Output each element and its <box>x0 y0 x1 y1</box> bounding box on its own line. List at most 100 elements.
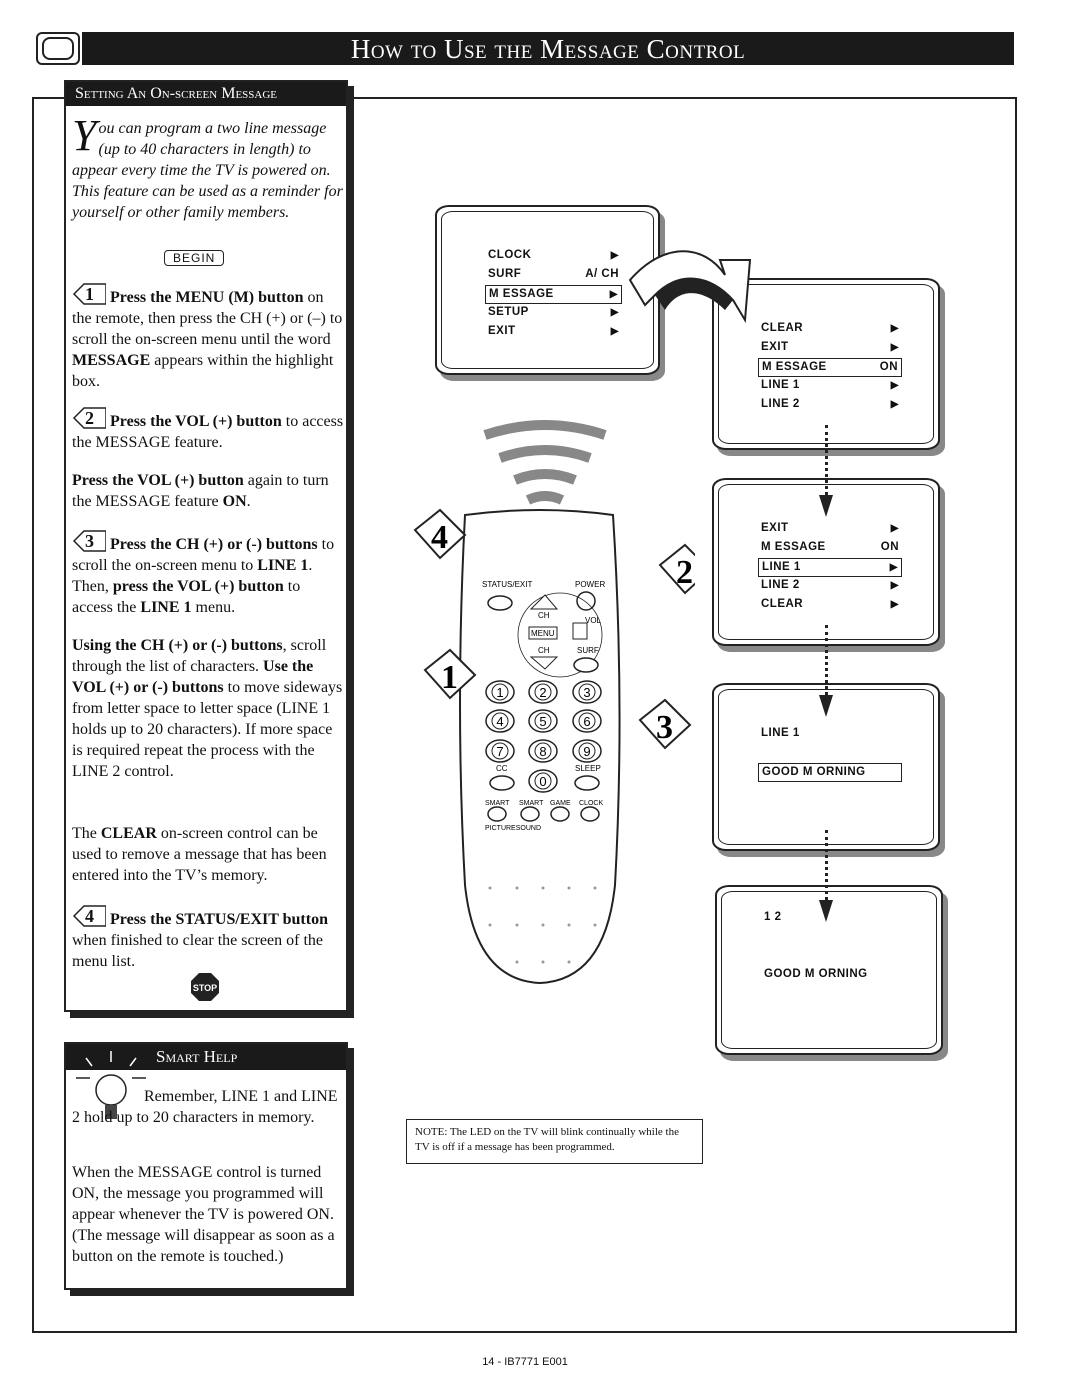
svg-text:5: 5 <box>539 714 546 729</box>
svg-text:1: 1 <box>496 685 503 700</box>
menu-item <box>761 928 905 947</box>
svg-text:1: 1 <box>441 659 458 696</box>
step-number-icon: 3 <box>72 530 106 553</box>
highlighted-menu-item: LINE 1 ▶ <box>758 558 902 577</box>
cc-button[interactable] <box>489 775 515 791</box>
step-callout-4: 4 <box>413 508 467 560</box>
digit-button-5[interactable]: 5 <box>528 709 558 733</box>
power-button[interactable] <box>576 591 596 611</box>
smart-help-tip: Remember, LINE 1 and LINE 2 hold up to 2… <box>72 1088 338 1126</box>
digit-button-9[interactable]: 9 <box>572 739 602 763</box>
emphasis-text: CLEAR <box>100 825 157 842</box>
emphasis-text: Press the VOL (+) button <box>110 413 282 430</box>
menu-item: EXIT ▶ <box>761 341 899 353</box>
svg-text:0: 0 <box>539 774 546 789</box>
body-text: menu. <box>191 599 236 616</box>
label-game: GAME <box>550 800 571 807</box>
signal-waves-icon <box>483 420 607 505</box>
label-picturesound: PICTURESOUND <box>485 825 541 832</box>
vol-plus-button[interactable] <box>572 622 588 640</box>
instruction-paragraph: Press the VOL (+) button again to turn t… <box>72 470 344 512</box>
digit-button-8[interactable]: 8 <box>528 739 558 763</box>
digit-button-4[interactable]: 4 <box>485 709 515 733</box>
menu-item: CLOCK ▶ <box>488 249 619 261</box>
svg-text:7: 7 <box>496 744 503 759</box>
step-number-icon: 4 <box>72 905 106 928</box>
instruction-paragraph: Using the CH (+) or (-) buttons, scroll … <box>72 635 344 782</box>
svg-text:9: 9 <box>583 744 590 759</box>
down-arrow-icon <box>819 495 833 517</box>
menu-item <box>758 744 902 763</box>
digit-button-2[interactable]: 2 <box>528 680 558 704</box>
down-arrow-icon <box>819 900 833 922</box>
stop-sign-icon: STOP <box>191 973 219 1001</box>
flow-dots <box>825 830 828 900</box>
smart-sound-button[interactable] <box>520 806 540 822</box>
emphasis-text: Using the CH (+) or (-) buttons <box>72 637 283 654</box>
menu-item: CLEAR ▶ <box>761 322 899 334</box>
svg-text:3: 3 <box>583 685 590 700</box>
intro-text: You can program a two line message (up t… <box>72 111 344 223</box>
menu-item: LINE 2 ▶ <box>761 398 899 410</box>
svg-text:2: 2 <box>539 685 546 700</box>
status-exit-button[interactable] <box>487 595 513 611</box>
menu-item: SETUP ▶ <box>488 306 619 318</box>
digit-button-6[interactable]: 6 <box>572 709 602 733</box>
emphasis-text: Press the VOL (+) button <box>72 472 244 489</box>
intro-body: ou can program a two line message (up to… <box>72 120 343 221</box>
digit-button-0[interactable]: 0 <box>528 769 558 793</box>
smart-help-info: When the MESSAGE control is turned ON, t… <box>72 1164 335 1265</box>
digit-button-3[interactable]: 3 <box>572 680 602 704</box>
clock-button[interactable] <box>580 806 600 822</box>
smart-help-panel: Smart Help Remember, LINE 1 and LINE 2 h… <box>64 1042 348 1290</box>
emphasis-text: Press the CH (+) or (-) buttons <box>110 536 318 553</box>
svg-text:2: 2 <box>676 554 693 591</box>
highlighted-menu-item: M ESSAGE ▶ <box>485 285 622 304</box>
label-smart-picture: SMART <box>485 800 510 807</box>
emphasis-text: press the VOL (+) button <box>112 578 284 595</box>
remote-control: STATUS/EXIT POWER CH MENU VOL CH SURF 1 2… <box>413 508 695 985</box>
digit-button-1[interactable]: 1 <box>485 680 515 704</box>
svg-text:8: 8 <box>539 744 546 759</box>
menu-item: SURF A/ CH <box>488 268 619 280</box>
smart-picture-button[interactable] <box>487 806 507 822</box>
label-status-exit: STATUS/EXIT <box>482 580 532 589</box>
emphasis-text: MESSAGE <box>72 352 151 369</box>
label-sleep: SLEEP <box>575 764 601 773</box>
label-menu: MENU <box>531 629 555 638</box>
instruction-paragraph: 2 Press the VOL (+) button to access the … <box>72 407 344 453</box>
curved-arrow-icon <box>628 250 752 324</box>
flow-dots <box>825 425 828 495</box>
page-title: How to Use the Message Control <box>82 32 1014 65</box>
game-button[interactable] <box>550 806 570 822</box>
menu-item: EXIT ▶ <box>761 522 899 534</box>
emphasis-text: LINE 1 <box>140 599 192 616</box>
menu-item <box>761 947 905 966</box>
menu-item: 1 2 <box>764 911 782 923</box>
svg-text:3: 3 <box>656 709 673 746</box>
surf-button[interactable] <box>573 657 599 673</box>
step-callout-3: 3 <box>638 698 692 750</box>
led-note: NOTE: The LED on the TV will blink conti… <box>406 1119 703 1164</box>
menu-item: GOOD M ORNING <box>764 968 868 980</box>
drop-cap: Y <box>72 111 97 160</box>
label-vol: VOL <box>585 616 602 625</box>
label-ch-down: CH <box>538 646 550 655</box>
emphasis-text: Press the MENU (M) button <box>110 289 304 306</box>
body-text: when finished to clear the screen of the… <box>72 932 324 970</box>
sleep-button[interactable] <box>574 775 600 791</box>
emphasis-text: ON <box>222 493 247 510</box>
page-footer: 14 - IB7771 E001 <box>482 1356 568 1368</box>
menu-item: CLEAR ▶ <box>761 598 899 610</box>
flow-dots <box>825 625 828 695</box>
section-title: Setting An On-screen Message <box>66 82 346 106</box>
menu-item: LINE 1 ▶ <box>761 379 899 391</box>
highlighted-menu-item: M ESSAGE ON <box>758 358 902 377</box>
svg-text:4: 4 <box>431 519 448 556</box>
step-number-icon: 2 <box>72 407 106 430</box>
step-callout-2: 2 <box>658 543 695 595</box>
label-surf: SURF <box>577 646 599 655</box>
svg-text:4: 4 <box>496 714 503 729</box>
digit-button-7[interactable]: 7 <box>485 739 515 763</box>
menu-item: M ESSAGE ON <box>761 541 899 553</box>
